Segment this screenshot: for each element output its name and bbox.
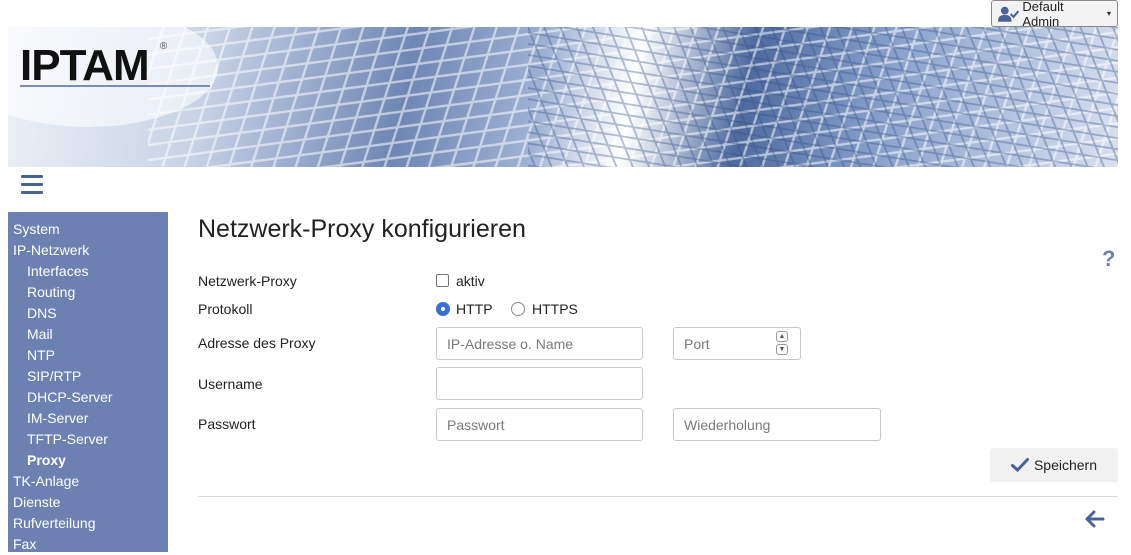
page-title: Netzwerk-Proxy konfigurieren <box>198 215 526 243</box>
protocol-label: Protokoll <box>198 301 253 317</box>
sidebar-item-interfaces[interactable]: Interfaces <box>8 261 168 282</box>
sidebar-item-rufverteilung[interactable]: Rufverteilung <box>8 513 168 534</box>
sidebar-item-routing[interactable]: Routing <box>8 282 168 303</box>
sidebar-item-im-server[interactable]: IM-Server <box>8 408 168 429</box>
password-label: Passwort <box>198 416 256 432</box>
menu-toggle-icon[interactable] <box>21 175 43 194</box>
sidebar-item-dns[interactable]: DNS <box>8 303 168 324</box>
proxy-active-checkbox[interactable] <box>436 274 449 287</box>
user-menu-button[interactable]: Default Admin ▾ <box>991 0 1118 29</box>
port-stepper[interactable]: ▲ ▼ <box>776 331 789 355</box>
iptam-logo: IPTAM ® <box>20 41 167 90</box>
password-repeat-input[interactable] <box>673 408 881 441</box>
sidebar-item-mail[interactable]: Mail <box>8 324 168 345</box>
chevron-down-icon: ▾ <box>1106 9 1111 18</box>
proxy-label: Netzwerk-Proxy <box>198 273 297 289</box>
password-input[interactable] <box>436 408 643 441</box>
protocol-http-radio[interactable] <box>436 302 450 316</box>
user-menu-label: Default Admin <box>1022 0 1064 29</box>
proxy-active-label: aktiv <box>456 273 485 289</box>
sidebar-item-sip-rtp[interactable]: SIP/RTP <box>8 366 168 387</box>
banner-grid-image <box>8 27 1118 167</box>
sidebar-item-proxy[interactable]: Proxy <box>8 450 168 471</box>
header-banner: IPTAM ® <box>8 27 1118 167</box>
username-label: Username <box>198 376 263 392</box>
save-button[interactable]: Speichern <box>990 448 1118 482</box>
save-button-label: Speichern <box>1033 457 1098 473</box>
sidebar-item-system[interactable]: System <box>8 219 168 240</box>
help-icon[interactable]: ? <box>1102 246 1115 272</box>
chevron-down-icon[interactable]: ▼ <box>776 344 788 355</box>
arrow-left-icon[interactable] <box>1085 510 1105 533</box>
protocol-https-radio[interactable] <box>511 302 525 316</box>
protocol-https-label: HTTPS <box>532 301 578 317</box>
sidebar-nav: System IP-Netzwerk Interfaces Routing DN… <box>8 212 168 552</box>
sidebar-item-tftp-server[interactable]: TFTP-Server <box>8 429 168 450</box>
sidebar-item-dhcp-server[interactable]: DHCP-Server <box>8 387 168 408</box>
address-label: Adresse des Proxy <box>198 335 316 351</box>
sidebar-item-ntp[interactable]: NTP <box>8 345 168 366</box>
proxy-address-input[interactable] <box>436 327 643 360</box>
sidebar-item-dienste[interactable]: Dienste <box>8 492 168 513</box>
divider <box>198 496 1118 497</box>
sidebar-item-ip-netzwerk[interactable]: IP-Netzwerk <box>8 240 168 261</box>
chevron-up-icon[interactable]: ▲ <box>776 331 788 342</box>
user-check-icon <box>998 6 1020 22</box>
check-icon <box>1010 458 1029 472</box>
protocol-http-label: HTTP <box>456 301 493 317</box>
sidebar-item-tk-anlage[interactable]: TK-Anlage <box>8 471 168 492</box>
username-input[interactable] <box>436 367 643 400</box>
